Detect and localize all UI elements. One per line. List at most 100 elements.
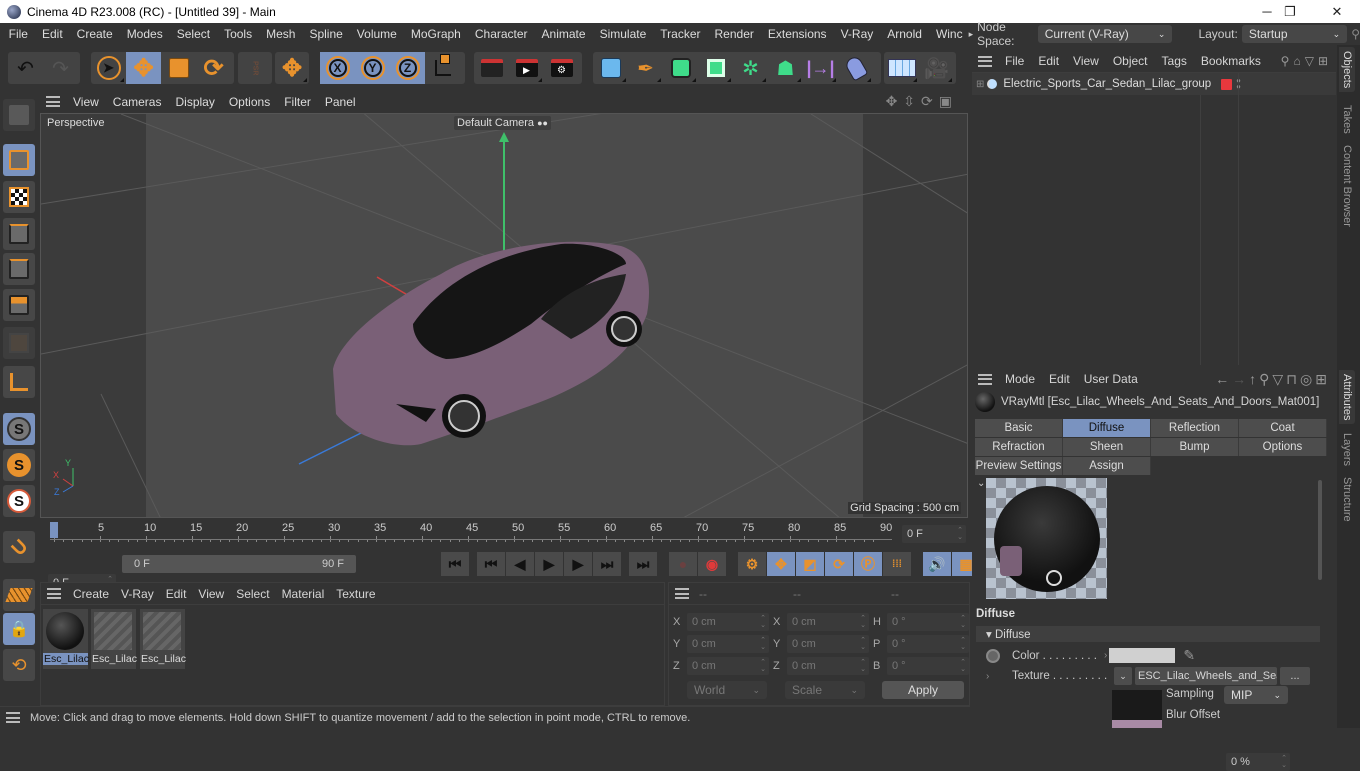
tab-bump[interactable]: Bump (1151, 438, 1239, 456)
animation-keyframe-icon[interactable] (986, 648, 1000, 663)
texture-browse-button[interactable]: ... (1280, 667, 1310, 685)
camera-label[interactable]: Default Camera ●● (454, 116, 551, 130)
pan-icon[interactable]: ✥ (886, 93, 904, 109)
filter-icon[interactable]: ▽ (1272, 371, 1286, 387)
play-button[interactable]: ▶ (535, 552, 563, 576)
psr-button[interactable]: PSR (238, 52, 272, 84)
model-mode-button[interactable] (3, 144, 35, 176)
lock-icon[interactable]: ⊓ (1286, 371, 1300, 387)
menu-window[interactable]: Winc (929, 27, 965, 41)
menu-overflow-arrow-icon[interactable]: ▸ (965, 29, 978, 40)
material-menu-texture[interactable]: Texture (330, 587, 381, 601)
menu-animate[interactable]: Animate (535, 27, 593, 41)
object-menu-object[interactable]: Object (1106, 54, 1155, 68)
blur-offset-field[interactable]: 0 % ⌃ ⌄ (1226, 753, 1290, 771)
sampling-dropdown[interactable]: MIP ⌄ (1224, 686, 1288, 704)
menu-extensions[interactable]: Extensions (761, 27, 834, 41)
size-field[interactable]: 0 cm ⌃ ⌄ (787, 613, 869, 631)
close-button[interactable]: ✕ (1314, 0, 1360, 23)
subdivision-button[interactable] (663, 52, 698, 84)
y-axis-lock-button[interactable]: Y (355, 52, 390, 84)
render-picture-viewer-button[interactable]: ▶ (509, 52, 544, 84)
hamburger-menu-icon[interactable] (675, 588, 689, 599)
menu-simulate[interactable]: Simulate (593, 27, 654, 41)
hamburger-menu-icon[interactable] (978, 55, 992, 67)
hamburger-menu-icon[interactable] (46, 96, 60, 107)
tab-assign[interactable]: Assign (1063, 457, 1151, 475)
side-tab-content-browser[interactable]: Content Browser (1339, 141, 1355, 231)
select-tool-button[interactable]: ➤ (91, 52, 126, 84)
size-field[interactable]: 0 cm ⌃ ⌄ (787, 657, 869, 675)
object-menu-tags[interactable]: Tags (1155, 54, 1194, 68)
side-tab-objects[interactable]: Objects (1339, 47, 1355, 93)
playhead[interactable] (50, 522, 58, 538)
target-icon[interactable]: ◎ (1300, 371, 1315, 387)
extrude-button[interactable] (698, 52, 733, 84)
undo-button[interactable]: ↶ (8, 52, 43, 84)
3d-viewport[interactable]: Perspective Default Camera ●● Y X Z Grid… (40, 113, 968, 518)
go-to-end-button[interactable]: ⏭ (629, 552, 657, 576)
polygons-mode-button[interactable] (3, 289, 35, 321)
hamburger-menu-icon[interactable] (6, 712, 20, 723)
side-tab-structure[interactable]: Structure (1339, 473, 1355, 526)
snap-button[interactable]: S (3, 413, 35, 445)
preview-range-slider[interactable]: 0 F 90 F (122, 555, 356, 573)
material-menu-edit[interactable]: Edit (160, 587, 193, 601)
hamburger-menu-icon[interactable] (978, 373, 992, 385)
menu-mesh[interactable]: Mesh (259, 27, 302, 41)
menu-select[interactable]: Select (170, 27, 217, 41)
object-coordinates-button[interactable] (425, 52, 460, 84)
floor-button[interactable] (884, 52, 919, 84)
tab-options[interactable]: Options (1239, 438, 1327, 456)
key-pla-button[interactable]: ⁞⁞⁞ (883, 552, 911, 576)
menu-file[interactable]: File (2, 27, 35, 41)
viewport-menu-filter[interactable]: Filter (277, 95, 318, 109)
object-menu-view[interactable]: View (1066, 54, 1106, 68)
position-field[interactable]: 0 cm ⌃ ⌄ (687, 613, 769, 631)
expand-arrow-icon[interactable]: › (1104, 650, 1107, 661)
size-field[interactable]: 0 cm ⌃ ⌄ (787, 635, 869, 653)
mograph-cloner-button[interactable]: ✲ (733, 52, 768, 84)
attr-menu-edit[interactable]: Edit (1042, 372, 1077, 386)
rotation-field[interactable]: 0 ° ⌃ ⌄ (887, 657, 969, 675)
dolly-icon[interactable]: ⇳ (903, 93, 921, 109)
layout-dropdown[interactable]: Startup ⌄ (1241, 25, 1348, 43)
uv-mode-button[interactable] (3, 327, 35, 359)
next-key-button[interactable]: ⏭ (593, 552, 621, 576)
menu-tools[interactable]: Tools (217, 27, 259, 41)
pen-tool-button[interactable]: ✒ (628, 52, 663, 84)
align-workplane-button[interactable]: ⟲ (3, 649, 35, 681)
keyframe-selection-button[interactable]: ⚙ (738, 552, 766, 576)
texture-dropdown-button[interactable]: ⌄ (1114, 667, 1132, 685)
node-space-dropdown[interactable]: Current (V-Ray) ⌄ (1037, 25, 1173, 43)
points-mode-button[interactable] (3, 218, 35, 250)
attr-scrollbar[interactable] (1318, 480, 1322, 580)
camera-button[interactable]: 🎥 (919, 52, 954, 84)
key-scale-button[interactable]: ◩ (796, 552, 824, 576)
previous-key-button[interactable]: ⏮ (477, 552, 505, 576)
material-swatch[interactable]: Esc_Lilac (91, 609, 137, 669)
up-arrow-icon[interactable]: ↑ (1249, 371, 1259, 387)
apply-button[interactable]: Apply (882, 681, 964, 699)
viewport-menu-options[interactable]: Options (222, 95, 277, 109)
timeline-ruler[interactable]: 051015202530354045505560657075808590 (50, 519, 892, 543)
eyedropper-icon[interactable]: ✎ (1183, 647, 1195, 664)
go-to-start-button[interactable]: ⏮ (441, 552, 469, 576)
coordinate-system-button[interactable]: ✥ (275, 52, 309, 84)
previous-frame-button[interactable]: ◀ (506, 552, 534, 576)
hamburger-menu-icon[interactable] (47, 588, 61, 599)
rotate-tool-button[interactable]: ⟳ (196, 52, 231, 84)
expand-arrow-icon[interactable]: › (986, 671, 1012, 682)
cube-button[interactable] (593, 52, 628, 84)
z-axis-lock-button[interactable]: Z (390, 52, 425, 84)
viewport-menu-panel[interactable]: Panel (318, 95, 363, 109)
object-menu-file[interactable]: File (998, 54, 1031, 68)
rotation-field[interactable]: 0 ° ⌃ ⌄ (887, 635, 969, 653)
rotation-field[interactable]: 0 ° ⌃ ⌄ (887, 613, 969, 631)
material-menu-select[interactable]: Select (230, 587, 275, 601)
search-icon[interactable]: ⚲ (1351, 27, 1360, 41)
position-field[interactable]: 0 cm ⌃ ⌄ (687, 635, 769, 653)
attr-menu-mode[interactable]: Mode (998, 372, 1042, 386)
magnet-button[interactable]: ∪ (3, 531, 35, 563)
maximize-button[interactable]: ❐ (1267, 0, 1313, 23)
